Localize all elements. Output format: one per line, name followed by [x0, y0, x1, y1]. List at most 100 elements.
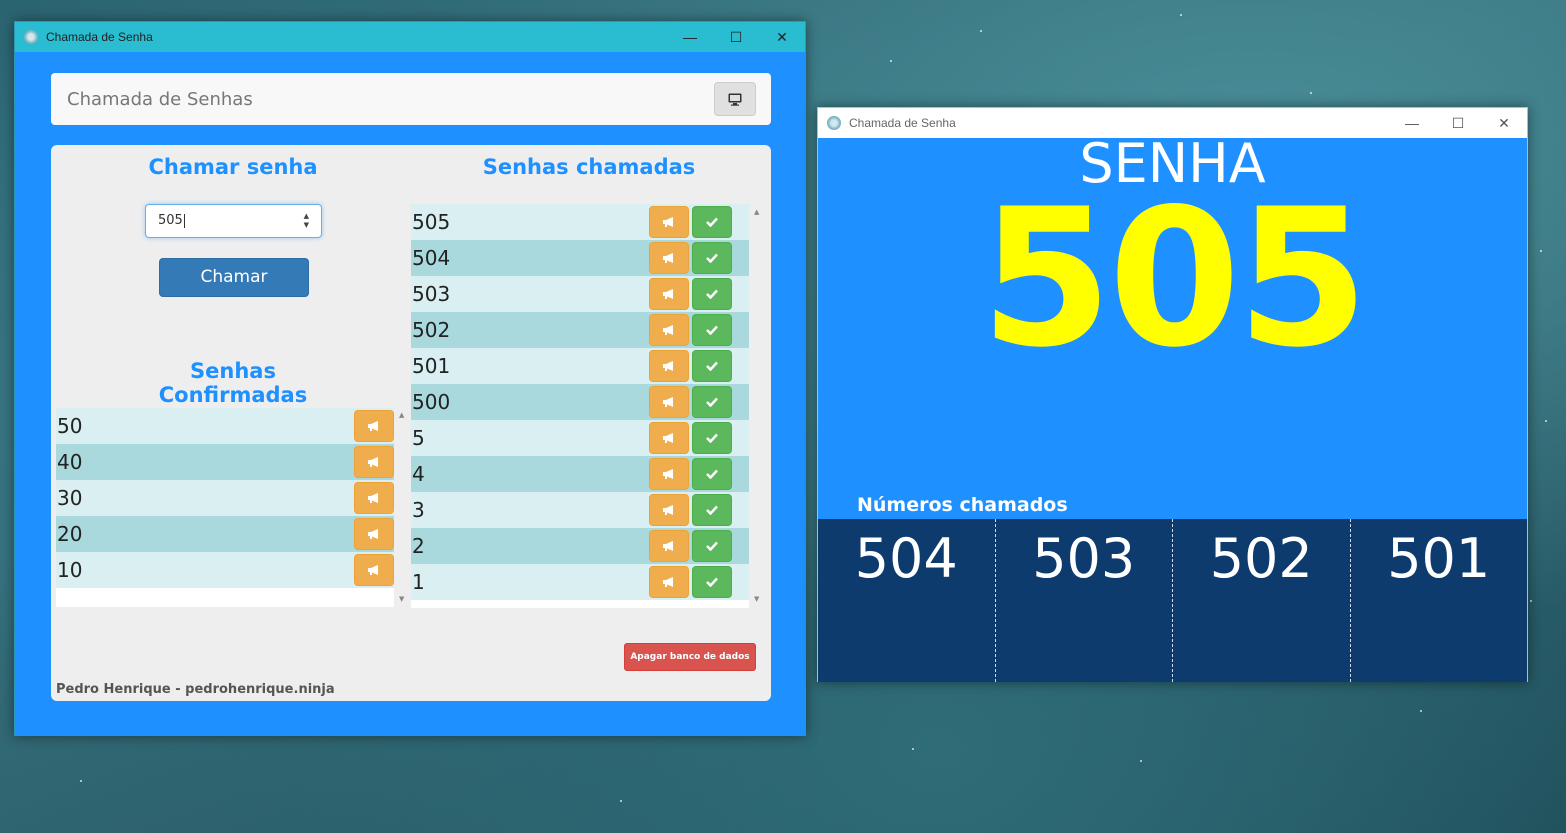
chamada-value: 504	[412, 246, 451, 270]
recall-button[interactable]	[649, 458, 689, 490]
list-item: 501	[411, 348, 749, 384]
list-item: 40	[56, 444, 394, 480]
chamada-value: 1	[412, 570, 425, 594]
spinner-icon[interactable]: ▲ ▼	[304, 212, 309, 230]
scroll-down-icon[interactable]: ▼	[754, 595, 759, 603]
megaphone-icon	[663, 577, 673, 587]
main-window: Chamada de Senha — ☐ ✕ Chamada de Senhas…	[14, 21, 806, 736]
list-item: 2	[411, 528, 749, 564]
apagar-banco-button[interactable]: Apagar banco de dados	[624, 643, 756, 671]
megaphone-icon	[663, 289, 673, 299]
confirm-button[interactable]	[692, 566, 732, 598]
senha-number-input[interactable]: 505 ▲ ▼	[145, 204, 322, 238]
list-item: 4	[411, 456, 749, 492]
list-item: 30	[56, 480, 394, 516]
chamada-value: 503	[412, 282, 451, 306]
confirm-button[interactable]	[692, 350, 732, 382]
confirmada-value: 50	[57, 414, 83, 438]
megaphone-icon	[663, 361, 673, 371]
confirm-button[interactable]	[692, 206, 732, 238]
recall-button[interactable]	[649, 494, 689, 526]
confirm-button[interactable]	[692, 242, 732, 274]
list-item: 500	[411, 384, 749, 420]
recall-button[interactable]	[354, 554, 394, 586]
confirmada-value: 30	[57, 486, 83, 510]
chamadas-heading: Senhas chamadas	[482, 155, 696, 179]
check-icon	[706, 577, 718, 587]
megaphone-icon	[663, 469, 673, 479]
recall-button[interactable]	[649, 422, 689, 454]
content-panel: Chamar senha 505 ▲ ▼ Chamar Senhas Confir…	[51, 145, 771, 701]
check-icon	[706, 361, 718, 371]
list-item: 1	[411, 564, 749, 600]
confirm-button[interactable]	[692, 278, 732, 310]
list-item: 5	[411, 420, 749, 456]
recall-button[interactable]	[649, 566, 689, 598]
recall-button[interactable]	[649, 386, 689, 418]
chamada-value: 505	[412, 210, 451, 234]
chamar-heading: Chamar senha	[148, 155, 318, 179]
check-icon	[706, 469, 718, 479]
megaphone-icon	[368, 529, 378, 539]
megaphone-icon	[368, 457, 378, 467]
check-icon	[706, 289, 718, 299]
megaphone-icon	[663, 397, 673, 407]
megaphone-icon	[663, 541, 673, 551]
navbar-brand[interactable]: Chamada de Senhas	[67, 89, 253, 110]
confirm-button[interactable]	[692, 314, 732, 346]
monitor-button[interactable]	[714, 82, 756, 116]
megaphone-icon	[663, 253, 673, 263]
window-title: Chamada de Senha	[46, 30, 153, 44]
megaphone-icon	[368, 565, 378, 575]
title-bar[interactable]: Chamada de Senha — ☐ ✕	[15, 22, 805, 52]
chamada-value: 502	[412, 318, 451, 342]
chamado-number: 504	[818, 519, 996, 682]
megaphone-icon	[663, 325, 673, 335]
confirmada-value: 20	[57, 522, 83, 546]
chamados-grid: 504 503 502 501	[818, 519, 1527, 682]
footer-credit: Pedro Henrique - pedrohenrique.ninja	[56, 682, 335, 697]
confirm-button[interactable]	[692, 386, 732, 418]
list-item: 20	[56, 516, 394, 552]
confirm-button[interactable]	[692, 530, 732, 562]
scroll-down-icon[interactable]: ▼	[399, 595, 404, 603]
check-icon	[706, 325, 718, 335]
recall-button[interactable]	[649, 530, 689, 562]
recall-button[interactable]	[649, 242, 689, 274]
chamar-button[interactable]: Chamar	[159, 258, 309, 297]
close-icon[interactable]: ✕	[759, 22, 805, 52]
chamada-value: 3	[412, 498, 425, 522]
chamada-value: 2	[412, 534, 425, 558]
list-item: 503	[411, 276, 749, 312]
confirm-button[interactable]	[692, 458, 732, 490]
chamada-value: 501	[412, 354, 451, 378]
maximize-icon[interactable]: ☐	[713, 22, 759, 52]
recall-button[interactable]	[649, 350, 689, 382]
recall-button[interactable]	[354, 518, 394, 550]
chamado-number: 501	[1387, 527, 1491, 590]
confirm-button[interactable]	[692, 494, 732, 526]
list-item: 10	[56, 552, 394, 588]
check-icon	[706, 217, 718, 227]
senha-input-value: 505	[158, 213, 183, 228]
recall-button[interactable]	[354, 482, 394, 514]
confirmada-value: 10	[57, 558, 83, 582]
megaphone-icon	[663, 505, 673, 515]
chamado-number: 502	[1173, 519, 1351, 682]
list-item: 505	[411, 204, 749, 240]
scroll-up-icon[interactable]: ▲	[399, 411, 404, 419]
chamada-value: 4	[412, 462, 425, 486]
chamada-value: 5	[412, 426, 425, 450]
scroll-up-icon[interactable]: ▲	[754, 208, 759, 216]
confirm-button[interactable]	[692, 422, 732, 454]
recall-button[interactable]	[649, 278, 689, 310]
minimize-icon[interactable]: —	[667, 22, 713, 52]
recall-button[interactable]	[354, 446, 394, 478]
megaphone-icon	[368, 421, 378, 431]
app-icon	[24, 30, 38, 44]
recall-button[interactable]	[649, 314, 689, 346]
recall-button[interactable]	[649, 206, 689, 238]
current-senha-number: 505	[980, 168, 1369, 389]
recall-button[interactable]	[354, 410, 394, 442]
confirmadas-list: 50 40 30 20 10	[56, 408, 394, 607]
